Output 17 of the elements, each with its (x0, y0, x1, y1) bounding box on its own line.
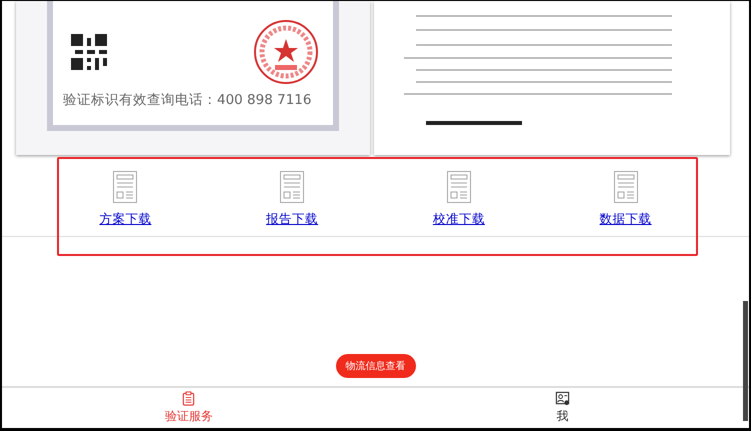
document-icon (446, 171, 471, 203)
document-icon (113, 171, 138, 203)
document-icon (614, 171, 638, 203)
tab-item[interactable]: 我 (376, 388, 749, 428)
download-link[interactable]: 报告下载 (266, 211, 318, 228)
logistics-button[interactable]: 物流信息查看 (336, 354, 416, 378)
document-icon (280, 171, 304, 203)
download-link[interactable]: 校准下载 (432, 211, 485, 228)
phone-line: 验证标识有效查询电话：400 898 7116 (63, 91, 312, 109)
tab-item[interactable]: 验证服务 (2, 388, 376, 428)
qr-code-icon (71, 34, 107, 70)
download-link[interactable]: 数据下载 (600, 211, 652, 228)
download-link[interactable]: 方案下载 (99, 211, 152, 228)
stamp-seal-drawing (253, 19, 319, 85)
scrollbar[interactable] (743, 301, 748, 421)
clipboard-icon (181, 391, 196, 406)
profile-card-icon (554, 391, 570, 406)
